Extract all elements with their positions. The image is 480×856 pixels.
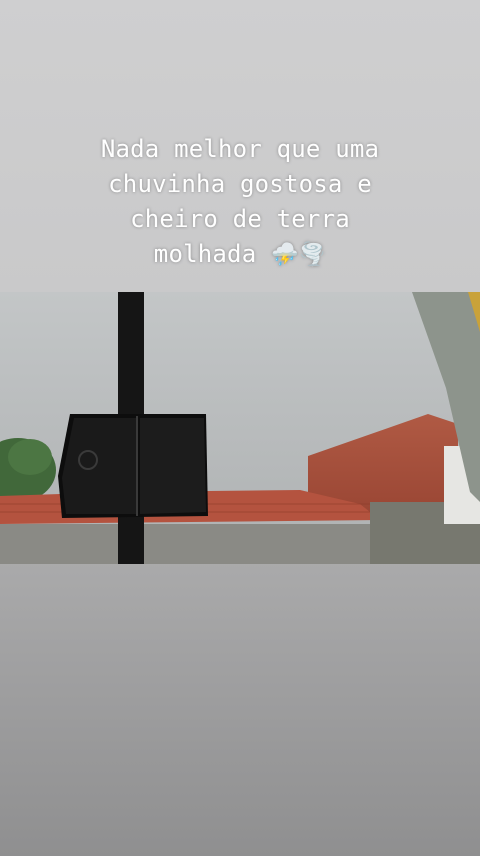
story-background-bottom (0, 564, 480, 856)
window-latch (58, 414, 208, 518)
window-view-illustration (0, 292, 480, 564)
caption-line-1: Nada melhor que uma (100, 135, 380, 163)
tornado-emoji-icon: 🌪️ (298, 242, 327, 268)
story-caption: Nada melhor que uma chuvinha gostosa e c… (20, 132, 460, 273)
caption-line-4: molhada ⛈️🌪️ (20, 237, 460, 273)
caption-line-2: chuvinha gostosa e (108, 170, 372, 198)
caption-line-4-text: molhada (153, 240, 257, 268)
caption-line-3: cheiro de terra (130, 205, 350, 233)
story-photo (0, 292, 480, 564)
storm-emoji-icon: ⛈️ (271, 242, 299, 268)
